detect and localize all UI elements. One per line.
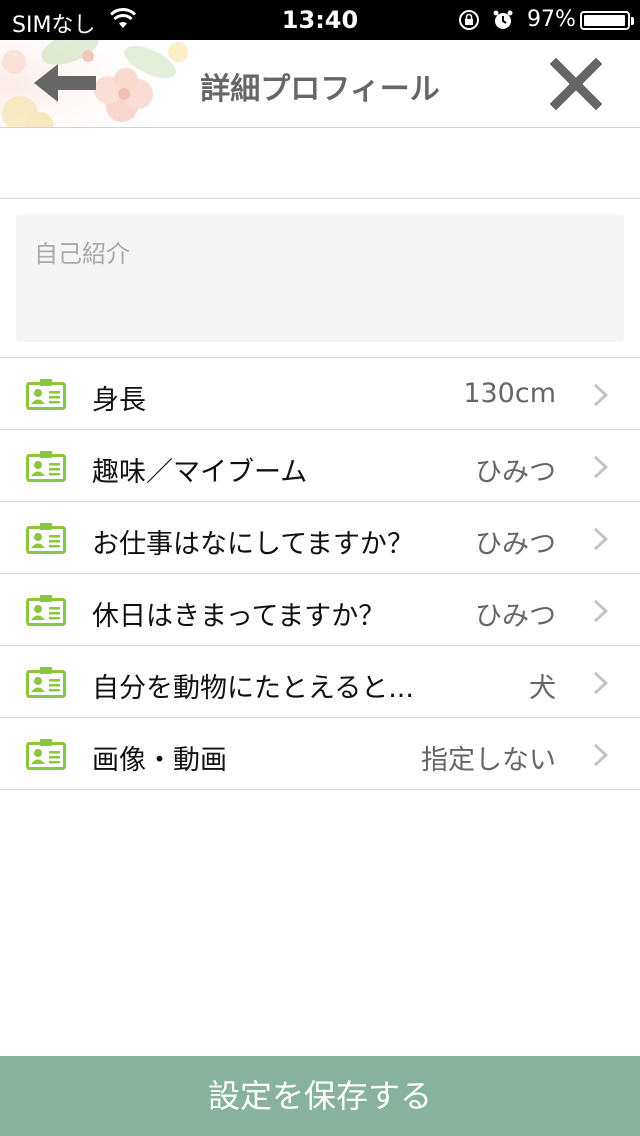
self-introduction-placeholder: 自己紹介	[34, 240, 130, 268]
profile-list: 身長 130cm 趣味／マイブーム ひみつ お仕事はなにしてますか？ ひみつ 休…	[0, 357, 640, 790]
list-item[interactable]: 休日はきまってますか？ ひみつ	[0, 574, 640, 646]
rotation-lock-icon	[459, 10, 479, 30]
list-item[interactable]: 画像・動画 指定しない	[0, 718, 640, 790]
chevron-right-icon	[593, 743, 609, 767]
list-item[interactable]: 自分を動物にたとえると... 犬	[0, 646, 640, 718]
empty-row	[0, 129, 640, 199]
chevron-right-icon	[593, 599, 609, 623]
item-label: 身長	[92, 385, 146, 416]
item-value: ひみつ	[475, 601, 556, 632]
profile-card-icon	[26, 451, 66, 482]
list-item[interactable]: お仕事はなにしてますか？ ひみつ	[0, 502, 640, 574]
status-bar: SIMなし 13:40 97%	[0, 0, 640, 40]
profile-card-icon	[26, 595, 66, 626]
battery-level	[584, 15, 625, 26]
arrow-left-icon[interactable]	[30, 60, 100, 106]
item-label: お仕事はなにしてますか？	[92, 529, 414, 560]
item-value: ひみつ	[475, 457, 556, 488]
chevron-right-icon	[593, 671, 609, 695]
item-value: 指定しない	[421, 745, 556, 776]
list-item[interactable]: 身長 130cm	[0, 358, 640, 430]
battery-icon	[580, 11, 634, 30]
item-label: 趣味／マイブーム	[92, 457, 308, 488]
item-label: 休日はきまってますか？	[92, 601, 386, 632]
profile-card-icon	[26, 523, 66, 554]
chevron-right-icon	[593, 383, 609, 407]
item-label: 自分を動物にたとえると...	[92, 673, 414, 704]
header: 詳細プロフィール	[0, 40, 640, 128]
item-value: 犬	[529, 673, 556, 704]
chevron-right-icon	[593, 527, 609, 551]
item-value: ひみつ	[475, 529, 556, 560]
battery-percent: 97%	[527, 7, 576, 32]
chevron-right-icon	[593, 455, 609, 479]
item-value: 130cm	[463, 378, 556, 409]
profile-card-icon	[26, 379, 66, 410]
page-title: 詳細プロフィール	[200, 72, 440, 107]
list-item[interactable]: 趣味／マイブーム ひみつ	[0, 430, 640, 502]
profile-card-icon	[26, 739, 66, 770]
profile-card-icon	[26, 667, 66, 698]
save-button[interactable]: 設定を保存する	[0, 1056, 640, 1136]
close-icon[interactable]	[550, 58, 602, 110]
alarm-icon	[493, 10, 513, 29]
self-introduction-field[interactable]: 自己紹介	[16, 214, 624, 342]
item-label: 画像・動画	[92, 745, 227, 776]
